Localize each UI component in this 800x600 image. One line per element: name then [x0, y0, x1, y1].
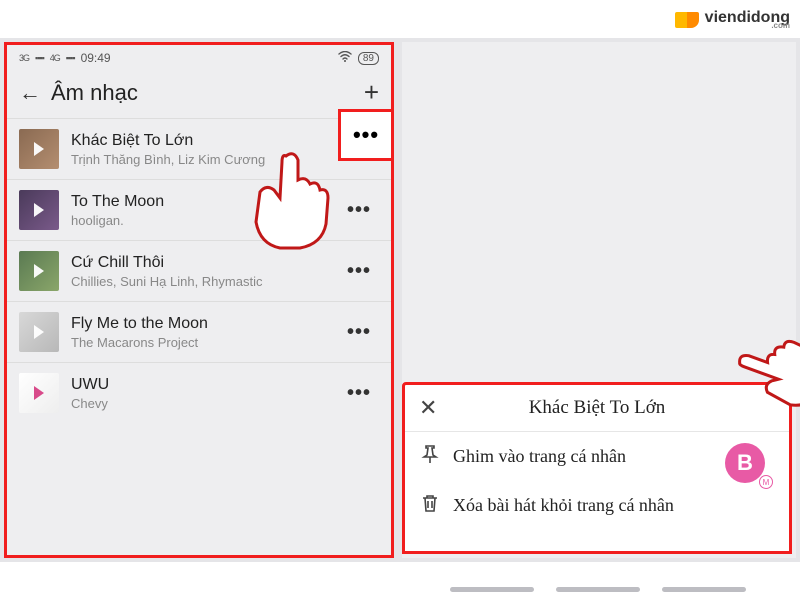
song-thumbnail [19, 190, 59, 230]
brand-sub: .com [771, 22, 790, 30]
pin-icon [419, 444, 441, 469]
delete-song-item[interactable]: Xóa bài hát khỏi trang cá nhân [405, 481, 789, 530]
status-bar: 3G ▪▪▪▪ 4G ▪▪▪▪ 09:49 89 [7, 45, 391, 71]
pointer-hand-icon-2 [734, 322, 800, 427]
trash-icon [419, 493, 441, 518]
pin-label: Ghim vào trang cá nhân [453, 446, 626, 467]
sheet-title: Khác Biệt To Lớn [445, 397, 775, 419]
play-icon [34, 325, 44, 339]
more-button[interactable]: ••• [339, 382, 379, 405]
watermark-text: viendidong .com [705, 10, 790, 30]
song-thumbnail [19, 129, 59, 169]
signal-4g: 4G [50, 53, 60, 63]
back-button[interactable]: ← [19, 80, 41, 106]
add-button[interactable]: + [364, 77, 379, 108]
song-thumbnail [19, 251, 59, 291]
delete-label: Xóa bài hát khỏi trang cá nhân [453, 495, 674, 516]
more-dots-icon: ••• [353, 122, 379, 148]
song-thumbnail [19, 373, 59, 413]
page-header: ← Âm nhạc + [7, 71, 391, 118]
clock: 09:49 [81, 51, 111, 65]
song-title: Fly Me to the Moon [71, 315, 339, 333]
signal-3g: 3G [19, 53, 29, 63]
song-artist: The Macarons Project [71, 335, 339, 350]
battery-indicator: 89 [358, 52, 379, 65]
play-icon [34, 264, 44, 278]
list-item[interactable]: UWU Chevy ••• [7, 362, 391, 423]
more-menu-highlight[interactable]: ••• [338, 109, 394, 161]
pointer-hand-icon [236, 140, 346, 265]
avatar-badge-sub: M [759, 475, 773, 489]
close-button[interactable]: ✕ [419, 395, 445, 421]
nav-indicator [662, 587, 746, 592]
tutorial-canvas: 3G ▪▪▪▪ 4G ▪▪▪▪ 09:49 89 ← Âm nhạc + [0, 38, 800, 562]
brand-icon [675, 8, 699, 32]
signal-bars-icon-2: ▪▪▪▪ [66, 53, 75, 63]
more-button[interactable]: ••• [339, 321, 379, 344]
song-thumbnail [19, 312, 59, 352]
signal-bars-icon: ▪▪▪▪ [35, 53, 44, 63]
page-title: Âm nhạc [51, 80, 364, 106]
wifi-icon [338, 51, 352, 66]
song-title: UWU [71, 376, 339, 394]
song-artist: Chevy [71, 396, 339, 411]
avatar-badge: B [725, 443, 765, 483]
play-icon [34, 203, 44, 217]
play-icon [34, 386, 44, 400]
watermark-logo: viendidong .com [675, 8, 790, 32]
nav-indicator [556, 587, 640, 592]
phone-screen-left: 3G ▪▪▪▪ 4G ▪▪▪▪ 09:49 89 ← Âm nhạc + [4, 42, 394, 558]
play-icon [34, 142, 44, 156]
nav-indicator [450, 587, 534, 592]
song-artist: Chillies, Suni Hạ Linh, Rhymastic [71, 274, 339, 289]
list-item[interactable]: Fly Me to the Moon The Macarons Project … [7, 301, 391, 362]
